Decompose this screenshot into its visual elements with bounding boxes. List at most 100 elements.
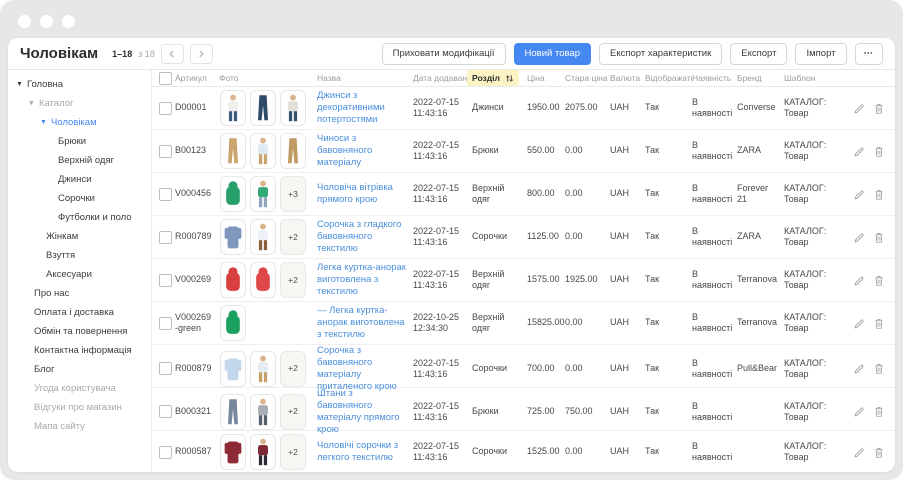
more-photos-badge[interactable]: +2	[280, 219, 306, 255]
row-checkbox[interactable]	[159, 231, 172, 244]
col-name[interactable]: Назва	[317, 73, 413, 83]
product-photo[interactable]	[250, 219, 276, 255]
col-date[interactable]: Дата додавання	[413, 73, 472, 83]
delete-icon[interactable]	[874, 447, 884, 458]
row-checkbox[interactable]	[159, 102, 172, 115]
more-photos-badge[interactable]: +2	[280, 434, 306, 470]
edit-icon[interactable]	[854, 146, 865, 157]
edit-icon[interactable]	[854, 318, 865, 329]
product-photo[interactable]	[220, 133, 246, 169]
row-checkbox[interactable]	[159, 362, 172, 375]
sidebar-item-Контактна інформація[interactable]: Контактна інформація	[8, 341, 151, 360]
next-page-button[interactable]	[190, 44, 213, 64]
edit-icon[interactable]	[854, 406, 865, 417]
import-button[interactable]: Імпорт	[795, 43, 846, 65]
row-checkbox[interactable]	[159, 405, 172, 418]
new-product-button[interactable]: Новий товар	[514, 43, 591, 65]
col-price[interactable]: Ціна	[527, 73, 565, 83]
more-photos-badge[interactable]: +2	[280, 394, 306, 430]
edit-icon[interactable]	[854, 103, 865, 114]
col-brand[interactable]: Бренд	[737, 73, 784, 83]
product-name-link[interactable]: Джинси з декоративними потертостями	[317, 90, 408, 126]
delete-icon[interactable]	[874, 232, 884, 243]
sidebar-item-Сорочки[interactable]: Сорочки	[8, 189, 151, 208]
product-photo[interactable]	[280, 133, 306, 169]
product-photo[interactable]	[220, 262, 246, 298]
product-name-link[interactable]: Штани з бавовняного матеріалу прямого кр…	[317, 388, 408, 436]
col-sku[interactable]: Артикул	[175, 73, 219, 83]
col-section[interactable]: Розділ	[472, 70, 527, 86]
col-template[interactable]: Шаблон	[784, 73, 848, 83]
product-photo[interactable]	[220, 434, 246, 470]
delete-icon[interactable]	[874, 189, 884, 200]
window-dot-icon[interactable]	[40, 15, 53, 28]
product-photo[interactable]	[250, 90, 276, 126]
row-checkbox[interactable]	[159, 274, 172, 287]
product-photo[interactable]	[220, 90, 246, 126]
window-dot-icon[interactable]	[18, 15, 31, 28]
sidebar-item-Блог[interactable]: Блог	[8, 360, 151, 379]
sidebar-item-Чоловікам[interactable]: ▼Чоловікам	[8, 113, 151, 132]
window-dot-icon[interactable]	[62, 15, 75, 28]
sidebar-item-Головна[interactable]: ▼Головна	[8, 75, 151, 94]
sidebar-item-Верхній одяг[interactable]: Верхній одяг	[8, 151, 151, 170]
product-photo[interactable]	[220, 305, 246, 341]
col-availability[interactable]: Наявність	[692, 73, 737, 83]
product-photo[interactable]	[250, 176, 276, 212]
delete-icon[interactable]	[874, 146, 884, 157]
product-photo[interactable]	[220, 351, 246, 387]
delete-icon[interactable]	[874, 318, 884, 329]
delete-icon[interactable]	[874, 275, 884, 286]
delete-icon[interactable]	[874, 363, 884, 374]
export-characteristics-button[interactable]: Експорт характеристик	[599, 43, 722, 65]
edit-icon[interactable]	[854, 363, 865, 374]
sidebar-item-Угода користувача[interactable]: Угода користувача	[8, 379, 151, 398]
edit-icon[interactable]	[854, 189, 865, 200]
product-name-link[interactable]: Чоловічі сорочки з легкого текстилю	[317, 440, 408, 464]
row-checkbox[interactable]	[159, 188, 172, 201]
col-display[interactable]: Відображати	[645, 73, 692, 83]
row-checkbox[interactable]	[159, 446, 172, 459]
edit-icon[interactable]	[854, 447, 865, 458]
more-actions-button[interactable]: ⋯	[855, 43, 884, 65]
product-photo[interactable]	[250, 262, 276, 298]
sidebar-item-Брюки[interactable]: Брюки	[8, 132, 151, 151]
delete-icon[interactable]	[874, 103, 884, 114]
row-checkbox[interactable]	[159, 317, 172, 330]
sort-icon[interactable]	[505, 74, 514, 83]
sidebar-item-Про нас[interactable]: Про нас	[8, 284, 151, 303]
sidebar-item-Відгуки про магазин[interactable]: Відгуки про магазин	[8, 398, 151, 417]
product-name-link[interactable]: Сорочка з бавовняного матеріалу притален…	[317, 345, 408, 393]
hide-modifications-button[interactable]: Приховати модифікації	[382, 43, 506, 65]
edit-icon[interactable]	[854, 275, 865, 286]
more-photos-badge[interactable]: +2	[280, 351, 306, 387]
select-all-checkbox[interactable]	[159, 72, 172, 85]
product-name-link[interactable]: Сорочка з гладкого бавовняного текстилю	[317, 219, 408, 255]
product-photo[interactable]	[280, 90, 306, 126]
sidebar-item-Футболки и поло[interactable]: Футболки и поло	[8, 208, 151, 227]
product-name-link[interactable]: Легка куртка-анорак виготовлена з тексти…	[317, 262, 408, 298]
sidebar-item-Жінкам[interactable]: Жінкам	[8, 227, 151, 246]
prev-page-button[interactable]	[161, 44, 184, 64]
sidebar-item-Взуття[interactable]: Взуття	[8, 246, 151, 265]
sidebar-item-Мапа сайту[interactable]: Мапа сайту	[8, 417, 151, 436]
product-photo[interactable]	[250, 133, 276, 169]
col-currency[interactable]: Валюта	[610, 73, 645, 83]
sidebar-item-Обмін та повернення[interactable]: Обмін та повернення	[8, 322, 151, 341]
col-old-price[interactable]: Стара ціна	[565, 73, 610, 83]
sidebar-item-Джинси[interactable]: Джинси	[8, 170, 151, 189]
product-name-link[interactable]: — Легка куртка-анорак виготовлена з текс…	[317, 305, 408, 341]
product-name-link[interactable]: Чиноси з бавовняного матеріалу	[317, 133, 408, 169]
product-photo[interactable]	[220, 219, 246, 255]
product-photo[interactable]	[250, 394, 276, 430]
row-checkbox[interactable]	[159, 145, 172, 158]
export-button[interactable]: Експорт	[730, 43, 787, 65]
product-photo[interactable]	[220, 394, 246, 430]
product-photo[interactable]	[250, 351, 276, 387]
sidebar-item-Аксесуари[interactable]: Аксесуари	[8, 265, 151, 284]
product-name-link[interactable]: Чоловіча вітрівка прямого крою	[317, 182, 408, 206]
edit-icon[interactable]	[854, 232, 865, 243]
delete-icon[interactable]	[874, 406, 884, 417]
product-photo[interactable]	[250, 434, 276, 470]
more-photos-badge[interactable]: +3	[280, 176, 306, 212]
